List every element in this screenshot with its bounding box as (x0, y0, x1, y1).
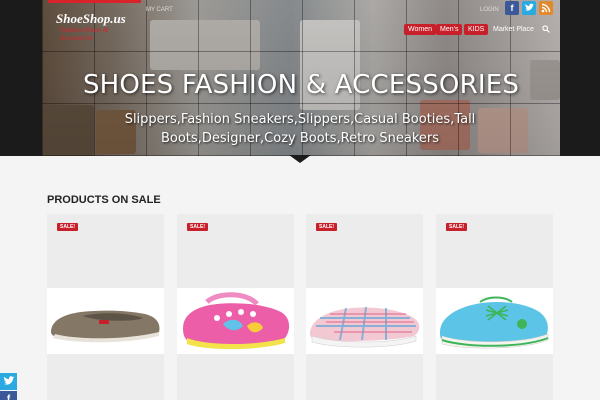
product-card[interactable]: SALE! (306, 214, 423, 400)
twitter-icon[interactable] (522, 1, 536, 15)
sale-badge: SALE! (316, 223, 337, 231)
nav-market-place[interactable]: Market Place (489, 24, 538, 35)
facebook-icon[interactable]: f (505, 1, 519, 15)
nav-mens[interactable]: Men's (436, 24, 463, 35)
product-image-plaid-slip-on[interactable] (306, 288, 423, 354)
card-bottom-area (306, 354, 423, 400)
product-card[interactable]: SALE! (436, 214, 553, 400)
login-link[interactable]: LOGIN (480, 7, 499, 13)
product-image-brown-slip-on[interactable] (47, 288, 164, 354)
my-cart-link[interactable]: MY CART (146, 7, 173, 13)
product-image-pink-clog[interactable] (177, 288, 294, 354)
hero-title: SHOES FASHION & ACCESSORIES (82, 70, 520, 100)
site-logo[interactable]: ShoeShop.us Fashion Shoes & Accessories (56, 11, 142, 43)
sale-badge: SALE! (446, 223, 467, 231)
logo-tagline: Fashion Shoes & Accessories (60, 26, 109, 42)
nav-women[interactable]: Women (404, 24, 436, 35)
card-bottom-area (436, 354, 553, 400)
hero-pointer-arrow (289, 155, 311, 163)
section-title: PRODUCTS ON SALE (47, 194, 161, 206)
product-image-blue-sneaker[interactable] (436, 288, 553, 354)
sale-badge: SALE! (57, 223, 78, 231)
top-accent-bar (48, 0, 141, 3)
rss-icon[interactable] (539, 1, 553, 15)
card-bottom-area (177, 354, 294, 400)
search-icon[interactable] (542, 25, 550, 33)
product-card[interactable]: SALE! (47, 214, 164, 400)
product-card[interactable]: SALE! (177, 214, 294, 400)
card-bottom-area (47, 354, 164, 400)
twitter-share-icon[interactable] (0, 373, 17, 390)
hero-banner: ShoeShop.us Fashion Shoes & Accessories … (0, 0, 600, 156)
sale-badge: SALE! (187, 223, 208, 231)
facebook-share-icon[interactable]: f (0, 391, 17, 400)
hero-subtitle: Slippers,Fashion Sneakers,Slippers,Casua… (124, 112, 476, 146)
nav-kids[interactable]: KIDS (464, 24, 489, 35)
logo-text: ShoeShop.us (56, 11, 126, 26)
